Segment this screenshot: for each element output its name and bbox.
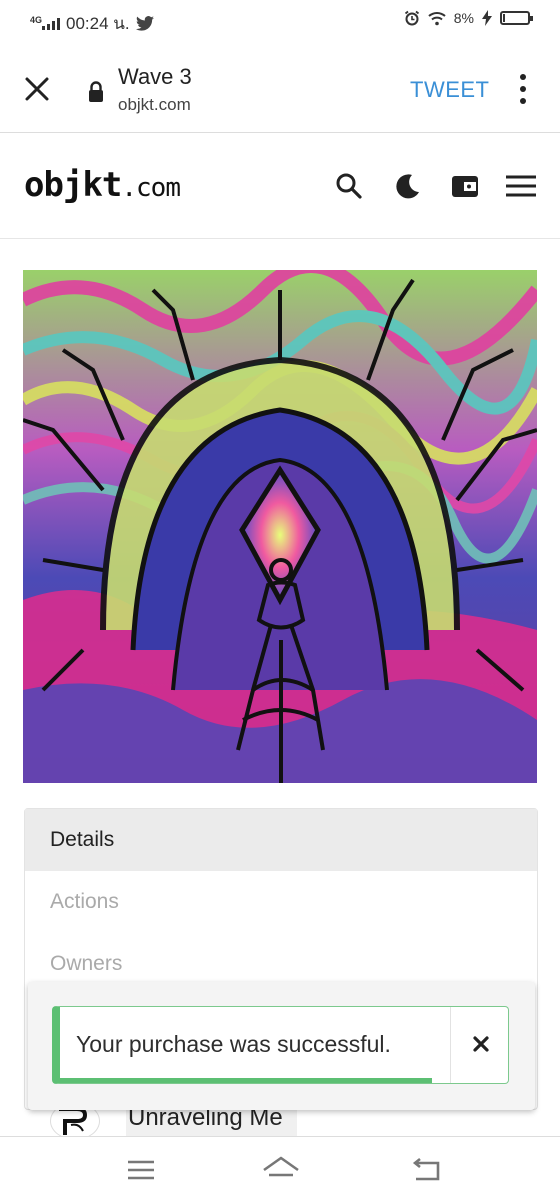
wifi-icon [428,11,446,25]
recents-icon[interactable] [124,1153,158,1187]
toast-container: Your purchase was successful. [28,982,535,1110]
logo-main: objkt [24,165,122,205]
success-toast: Your purchase was successful. [52,1006,509,1084]
battery-fill [503,14,505,22]
toast-progress-bar [60,1078,432,1083]
tab-details[interactable]: Details [25,809,537,871]
page-title: Wave 3 [118,64,192,89]
system-nav-bar [0,1136,560,1201]
dark-mode-icon[interactable] [392,171,422,201]
artwork-image[interactable] [23,270,537,783]
signal-icon: 4G [30,14,61,30]
battery-percent: 8% [453,10,474,26]
close-icon[interactable] [468,1031,494,1057]
site-logo[interactable]: objkt.com [24,165,181,205]
more-vert-icon[interactable] [516,74,530,104]
alarm-icon [404,10,419,26]
search-icon[interactable] [334,171,364,201]
close-icon[interactable] [22,74,52,104]
site-header: objkt.com [0,133,560,239]
tab-actions[interactable]: Actions [25,871,537,933]
lock-icon [89,81,103,102]
charging-icon [482,10,492,26]
status-bar: 4G 00:24 น. 8% [0,0,560,44]
logo-suffix: .com [121,173,181,203]
menu-icon[interactable] [505,171,537,201]
page-url: objkt.com [118,95,191,114]
wallet-icon[interactable] [450,171,480,201]
tweet-button[interactable]: TWEET [410,77,490,103]
network-type: 4G [30,14,43,25]
toast-divider [450,1007,451,1083]
battery-icon [500,11,533,25]
browser-toolbar: Wave 3 objkt.com TWEET [0,44,560,133]
status-left: 4G 00:24 น. [30,10,154,37]
status-time: 00:24 น. [66,14,130,33]
back-icon[interactable] [410,1153,444,1187]
twitter-bird-icon [135,16,154,31]
toast-message: Your purchase was successful. [76,1031,391,1057]
status-right: 8% [404,10,533,26]
home-icon[interactable] [262,1153,300,1187]
